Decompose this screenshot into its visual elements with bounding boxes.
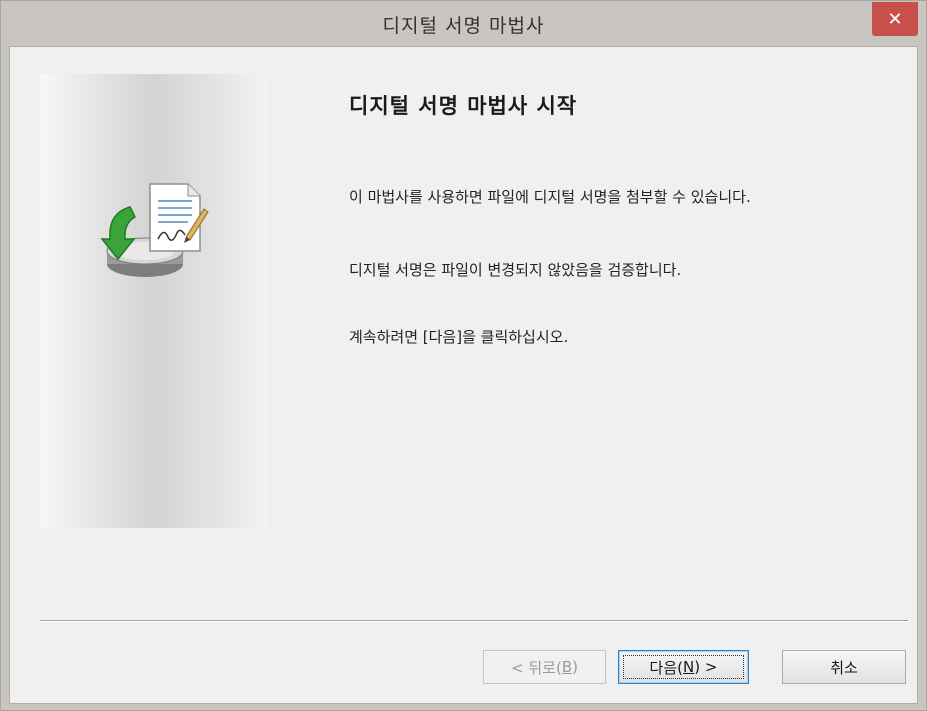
wizard-side-panel xyxy=(40,74,267,528)
wizard-body: 디지털 서명 마법사 시작 이 마법사를 사용하면 파일에 디지털 서명을 첨부… xyxy=(9,46,918,704)
intro-paragraph: 이 마법사를 사용하면 파일에 디지털 서명을 첨부할 수 있습니다. xyxy=(349,188,751,206)
close-button[interactable]: ✕ xyxy=(872,2,918,36)
wizard-heading: 디지털 서명 마법사 시작 xyxy=(349,94,578,118)
close-icon: ✕ xyxy=(887,8,903,30)
back-button[interactable]: < 뒤로(B) xyxy=(483,650,606,684)
digital-signature-wizard-window: 디지털 서명 마법사 ✕ 디지털 서명 마법사 시작 이 마법사를 사용하면 파… xyxy=(0,0,927,711)
button-divider xyxy=(40,620,908,622)
back-button-prefix: < 뒤로( xyxy=(511,658,562,677)
title-bar[interactable]: 디지털 서명 마법사 ✕ xyxy=(1,1,926,46)
focus-ring xyxy=(623,655,744,679)
digital-signature-document-icon xyxy=(100,183,209,277)
continue-instruction: 계속하려면 [다음]을 클릭하십시오. xyxy=(349,328,569,346)
back-button-mnemonic: B xyxy=(561,658,573,676)
verification-paragraph: 디지털 서명은 파일이 변경되지 않았음을 검증합니다. xyxy=(349,261,682,279)
cancel-button[interactable]: 취소 xyxy=(782,650,906,684)
next-button[interactable]: 다음(N) > xyxy=(618,650,749,684)
window-title: 디지털 서명 마법사 xyxy=(382,15,545,37)
back-button-suffix: ) xyxy=(572,658,578,676)
